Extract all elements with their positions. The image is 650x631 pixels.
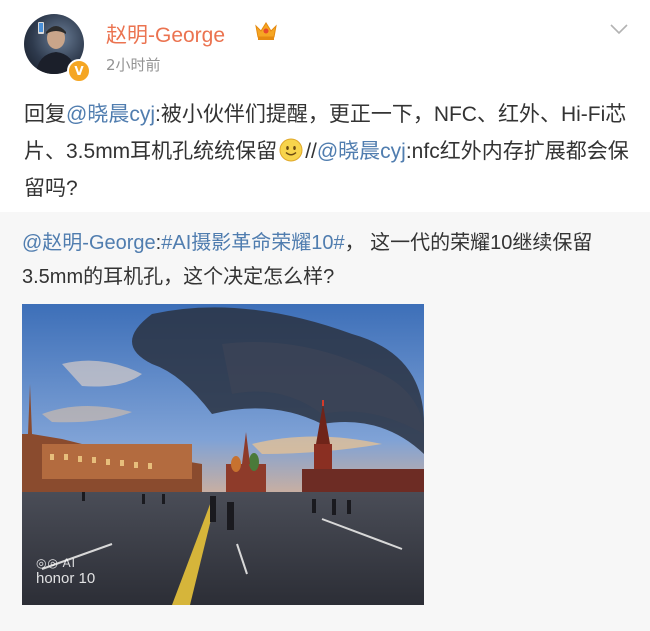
repost-card[interactable]: @赵明-George:#AI摄影革命荣耀10#， 这一代的荣耀10继续保留3.5… <box>0 212 650 631</box>
repost-photo[interactable]: ◎◎ AI honor 10 <box>22 304 424 605</box>
watermark-brand: honor 10 <box>36 570 96 587</box>
chevron-down-icon[interactable] <box>610 24 628 35</box>
post-header: V 赵明-George 2小时前 <box>0 0 650 86</box>
author-name[interactable]: 赵明-George <box>106 19 225 49</box>
post-text: // <box>305 140 317 163</box>
repost-body: @赵明-George:#AI摄影革命荣耀10#， 这一代的荣耀10继续保留3.5… <box>22 226 627 294</box>
smile-emoji-icon <box>279 138 303 162</box>
repost-link[interactable]: @赵明-George <box>22 232 156 254</box>
camera-watermark: ◎◎ AI honor 10 <box>36 555 95 587</box>
post-body: 回复@晓晨cyj:被小伙伴们提醒，更正一下，NFC、红外、Hi-Fi芯片、3.5… <box>24 96 629 207</box>
verified-badge-icon: V <box>67 59 91 83</box>
post-text: 回复 <box>24 103 66 126</box>
post-link[interactable]: @晓晨cyj <box>317 140 406 163</box>
post-time: 2小时前 <box>106 56 161 74</box>
watermark-ai: ◎◎ AI <box>36 556 76 570</box>
repost-link[interactable]: #AI摄影革命荣耀10# <box>161 232 344 254</box>
post-link[interactable]: @晓晨cyj <box>66 103 155 126</box>
vip-crown-icon[interactable] <box>254 20 278 42</box>
